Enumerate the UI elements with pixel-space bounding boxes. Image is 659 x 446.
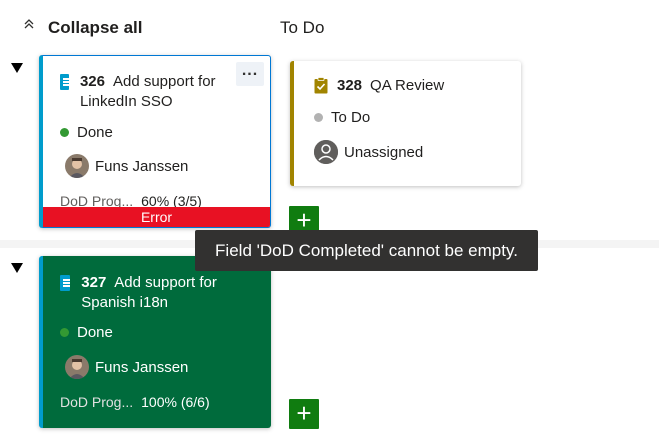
collapse-all-button[interactable]: Collapse all — [48, 18, 142, 38]
card-title-row: 328 QA Review — [314, 77, 444, 94]
card-title[interactable]: QA Review — [370, 77, 444, 94]
card-assignee[interactable]: Unassigned — [344, 144, 423, 161]
avatar — [65, 154, 89, 178]
card-assignee-row: Funs Janssen — [65, 355, 188, 379]
more-options-button[interactable]: ... — [236, 62, 264, 86]
user-story-icon — [60, 74, 70, 90]
card-327[interactable]: 327 Add support for Spanish i18n Done Fun… — [39, 256, 271, 428]
avatar — [65, 355, 89, 379]
card-title-row: 327 Add support for Spanish i18n — [60, 273, 260, 313]
user-story-icon — [60, 275, 71, 291]
card-state[interactable]: To Do — [331, 109, 370, 126]
triangle-down-icon[interactable] — [9, 262, 25, 278]
clipboard-task-icon — [314, 77, 328, 94]
card-id: 327 — [81, 274, 107, 291]
error-banner: Error — [43, 207, 270, 227]
field-value[interactable]: 100% (6/6) — [141, 394, 209, 410]
state-dot-icon — [60, 328, 69, 337]
column-title-to-do: To Do — [280, 18, 325, 37]
card-state[interactable]: Done — [77, 324, 113, 341]
add-item-button[interactable]: + — [289, 399, 319, 429]
state-dot-icon — [60, 128, 69, 137]
card-id: 326 — [79, 73, 105, 90]
card-state[interactable]: Done — [77, 124, 113, 141]
card-assignee-row: Funs Janssen — [65, 154, 188, 178]
card-326[interactable]: 326 Add support for LinkedIn SSO ... Done… — [39, 55, 271, 228]
card-state-row: Done — [60, 324, 113, 341]
card-state-row: Done — [60, 124, 113, 141]
card-assignee-row: Unassigned — [314, 140, 423, 164]
chevron-double-up-icon[interactable] — [22, 17, 36, 31]
card-title-row: 326 Add support for LinkedIn SSO — [60, 72, 240, 112]
state-dot-icon — [314, 113, 323, 122]
triangle-down-icon[interactable] — [9, 62, 25, 78]
card-id: 328 — [337, 77, 363, 94]
card-state-row: To Do — [314, 109, 370, 126]
field-label: DoD Prog... — [60, 394, 134, 410]
card-328[interactable]: 328 QA Review To Do Unassigned — [290, 61, 521, 186]
card-assignee[interactable]: Funs Janssen — [95, 359, 188, 376]
card-assignee[interactable]: Funs Janssen — [95, 158, 188, 175]
card-field-row: DoD Prog... 100% (6/6) — [60, 394, 210, 410]
unassigned-person-icon — [314, 140, 338, 164]
error-tooltip: Field 'DoD Completed' cannot be empty. — [195, 230, 538, 271]
